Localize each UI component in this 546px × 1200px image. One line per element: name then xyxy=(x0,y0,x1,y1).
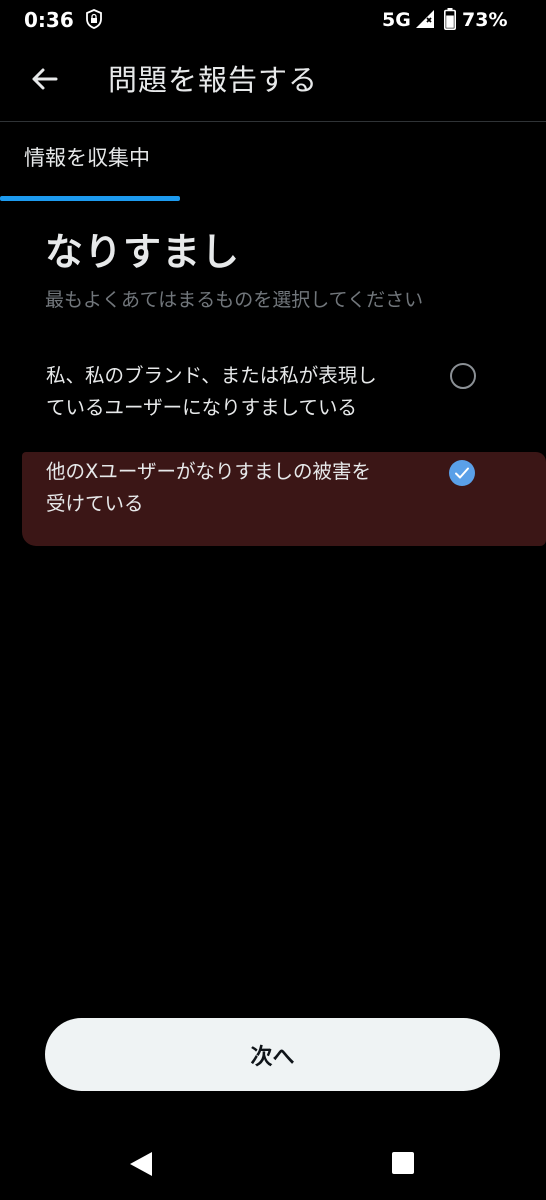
next-button[interactable]: 次へ xyxy=(45,1018,500,1091)
nav-back-icon[interactable] xyxy=(128,1150,154,1178)
radio-checked[interactable] xyxy=(449,460,475,486)
nav-recents-icon[interactable] xyxy=(392,1152,414,1174)
tab-label: 情報を収集中 xyxy=(24,146,150,170)
network-type: 5G xyxy=(382,9,411,31)
option-label: 他のXユーザーがなりすましの被害を 受けている xyxy=(46,456,426,520)
shield-lock-icon xyxy=(86,9,102,29)
option-label-line: 他のXユーザーがなりすましの被害を xyxy=(46,460,371,483)
arrow-left-icon xyxy=(32,68,58,90)
radio-unchecked[interactable] xyxy=(450,363,476,389)
section-title: なりすまし xyxy=(45,230,241,274)
option-label-line: 受けている xyxy=(46,492,144,515)
tab-indicator xyxy=(0,196,180,201)
back-button[interactable] xyxy=(22,56,66,102)
option-label-line: 私、私のブランド、または私が表現し xyxy=(46,364,377,387)
option-label: 私、私のブランド、または私が表現し ているユーザーになりすましている xyxy=(46,360,426,424)
section-subtitle: 最もよくあてはまるものを選択してください xyxy=(45,289,424,311)
next-button-label: 次へ xyxy=(250,1044,295,1070)
status-time: 0:36 xyxy=(24,8,74,32)
page-title: 問題を報告する xyxy=(108,63,319,97)
option-label-line: ているユーザーになりすましている xyxy=(46,396,358,419)
battery-icon xyxy=(444,8,456,31)
battery-percent: 73% xyxy=(462,9,508,31)
signal-icon xyxy=(414,8,436,30)
checkmark-icon xyxy=(455,467,469,479)
